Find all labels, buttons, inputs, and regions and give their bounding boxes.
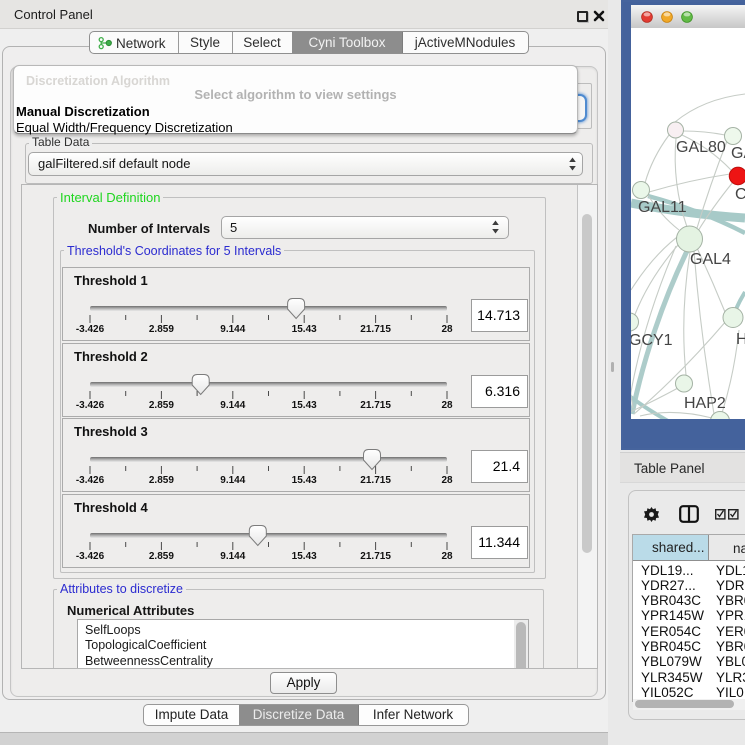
svg-text:H: H <box>736 331 745 348</box>
svg-text:GAL4: GAL4 <box>690 251 731 268</box>
svg-text:GAL11: GAL11 <box>638 199 687 216</box>
svg-text:GA: GA <box>731 145 745 162</box>
svg-text:C: C <box>735 186 745 203</box>
svg-text:GAL80: GAL80 <box>676 139 726 156</box>
svg-text:HAP2: HAP2 <box>684 395 726 412</box>
svg-text:GCY1: GCY1 <box>631 332 673 349</box>
